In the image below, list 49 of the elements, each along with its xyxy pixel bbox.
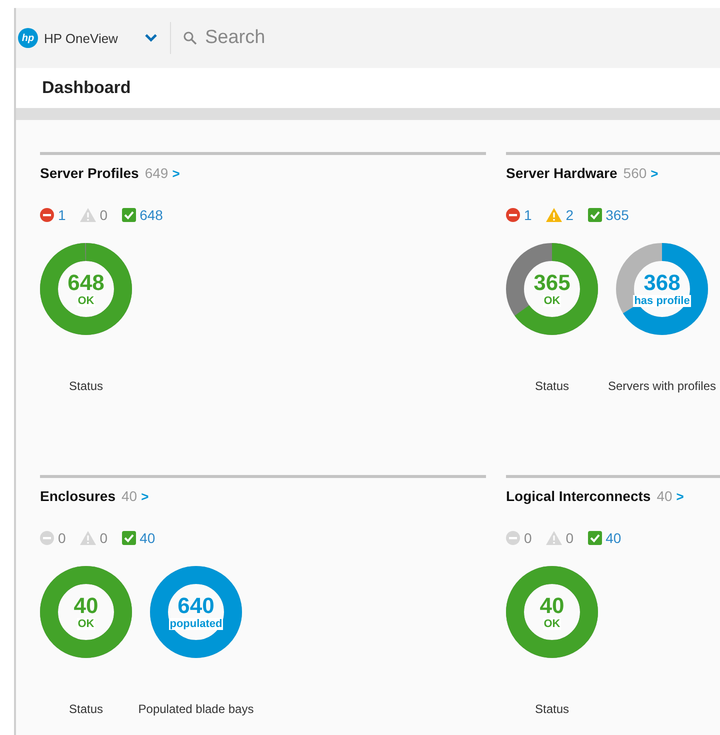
chart-caption: Servers with profiles [608,379,716,393]
panel-title: Enclosures [40,488,116,504]
panel-count: 560 [623,165,647,181]
panel-link[interactable]: > [172,166,180,181]
donut-label: populated [168,618,224,630]
search-input[interactable]: Search [203,26,367,50]
chart-caption: Status [534,379,570,393]
chart-caption: Status [68,702,104,716]
status-count[interactable]: 1 [524,207,532,223]
status-count[interactable]: 0 [100,530,108,546]
status-count[interactable]: 1 [58,207,66,223]
donut-value: 40 [540,594,564,618]
status-count[interactable]: 365 [606,207,629,223]
panel-title: Server Profiles [40,165,139,181]
chart-caption: Populated blade bays [138,702,254,716]
panel-count: 40 [656,488,672,504]
chart-caption: Status [68,379,104,393]
donut-value: 365 [534,270,570,296]
donut-value: 40 [74,594,98,618]
panel-title: Logical Interconnects [506,488,651,504]
donut-value: 648 [68,270,104,296]
donut-value: 640 [178,594,214,618]
panel-link[interactable]: > [676,489,684,504]
donut-label: OK [542,618,562,630]
donut-label: OK [76,618,96,630]
status-count[interactable]: 40 [140,530,156,546]
donut-value: 368 [644,270,680,296]
status-count[interactable]: 0 [524,530,532,546]
donut-label: OK [542,295,562,308]
status-count[interactable]: 40 [606,530,622,546]
status-count[interactable]: 0 [566,530,574,546]
status-count[interactable]: 2 [566,207,574,223]
status-count[interactable]: 0 [100,207,108,223]
search-icon [183,31,197,45]
panel-count: 40 [121,488,138,504]
app-name: HP OneView [44,30,119,46]
chart-caption: Status [534,702,570,716]
donut-label: OK [76,295,96,308]
panel-link[interactable]: > [650,166,658,181]
page-title: Dashboard [42,78,131,98]
status-count[interactable]: 0 [58,530,66,546]
logo: hp [18,28,38,48]
panel-title: Server Hardware [506,165,618,181]
chevron-down-icon[interactable] [144,33,158,43]
panel-link[interactable]: > [141,489,149,504]
donut-label: has profile [633,295,691,308]
search-field[interactable]: Search [183,26,383,50]
status-count[interactable]: 648 [140,207,163,223]
panel-count: 649 [144,165,168,181]
